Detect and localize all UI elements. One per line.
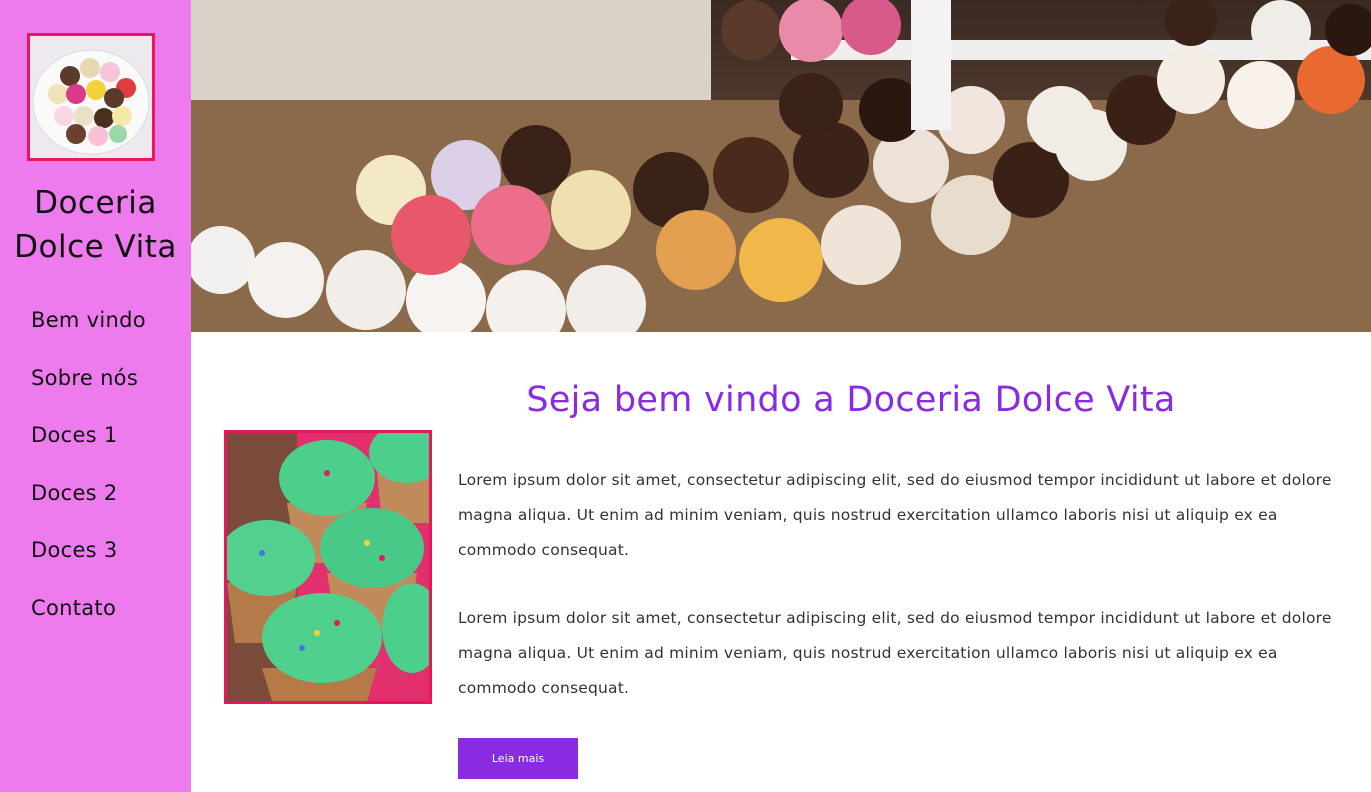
cupcake-photo xyxy=(224,430,432,704)
hero-image xyxy=(191,0,1371,332)
nav-item-doces-1[interactable]: Doces 1 xyxy=(31,417,146,475)
nav-item-sobre-nos[interactable]: Sobre nós xyxy=(31,360,146,418)
main-content: Seja bem vindo a Doceria Dolce Vita Lore… xyxy=(191,332,1371,792)
page-title: Seja bem vindo a Doceria Dolce Vita xyxy=(526,380,1176,420)
intro-paragraph-1: Lorem ipsum dolor sit amet, consectetur … xyxy=(458,471,1332,559)
nav-item-bem-vindo[interactable]: Bem vindo xyxy=(31,302,146,360)
nav-item-doces-2[interactable]: Doces 2 xyxy=(31,475,146,533)
nav-item-doces-3[interactable]: Doces 3 xyxy=(31,532,146,590)
nav-item-contato[interactable]: Contato xyxy=(31,590,146,648)
main-nav: Bem vindo Sobre nós Doces 1 Doces 2 Doce… xyxy=(31,302,146,648)
logo-image[interactable] xyxy=(27,33,155,161)
sidebar: Doceria Dolce Vita Bem vindo Sobre nós D… xyxy=(0,0,191,792)
read-more-button[interactable]: Leia mais xyxy=(458,738,578,779)
intro-paragraph-2: Lorem ipsum dolor sit amet, consectetur … xyxy=(458,609,1332,697)
brand-title: Doceria Dolce Vita xyxy=(14,185,177,265)
